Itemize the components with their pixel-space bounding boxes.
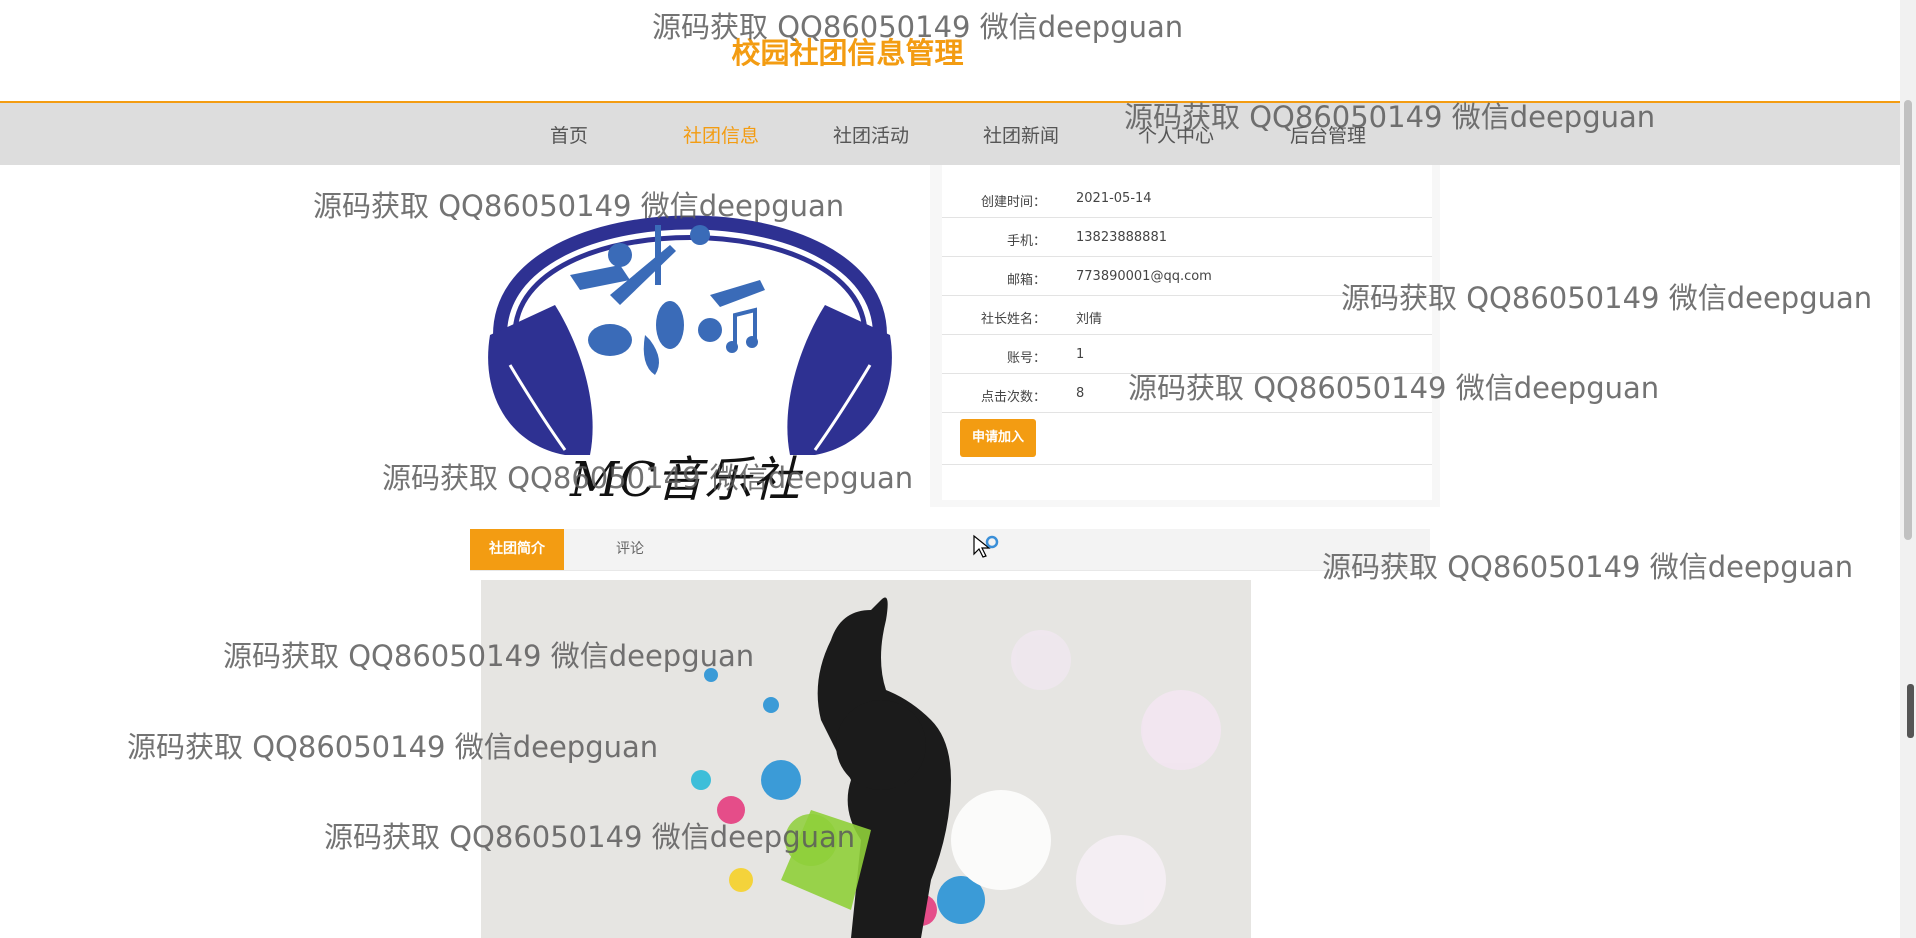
info-label: 账号： — [1006, 351, 1046, 366]
info-label: 社长姓名： — [980, 312, 1046, 327]
scrollbar-thumb[interactable] — [1904, 100, 1912, 540]
nav-item-home[interactable]: 首页 — [550, 121, 588, 148]
info-value: 13823888881 — [1076, 230, 1167, 245]
info-value: 2021-05-14 — [1076, 191, 1152, 206]
info-label: 创建时间： — [980, 195, 1046, 210]
info-row-account: 账号： 1 — [942, 335, 1432, 374]
info-label: 邮箱： — [1006, 273, 1046, 288]
nav-item-club-activities[interactable]: 社团活动 — [833, 121, 909, 148]
club-intro-image — [481, 580, 1251, 938]
nav-item-club-news[interactable]: 社团新闻 — [983, 121, 1059, 148]
info-value: 刘倩 — [1076, 312, 1103, 327]
info-value: 1 — [1076, 347, 1085, 362]
info-row-president: 社长姓名： 刘倩 — [942, 296, 1432, 335]
logo-caption: MC音乐社 — [570, 452, 800, 505]
info-row-created: 创建时间： 2021-05-14 — [942, 179, 1432, 218]
apply-join-button[interactable]: 申请加入 — [960, 419, 1036, 457]
nav-item-club-info[interactable]: 社团信息 — [683, 121, 759, 148]
info-row-phone: 手机： 13823888881 — [942, 218, 1432, 257]
mouse-pointer-icon — [972, 534, 1002, 568]
info-row-email: 邮箱： 773890001@qq.com — [942, 257, 1432, 296]
info-value: 8 — [1076, 386, 1085, 401]
scrollbar-position-indicator — [1907, 684, 1914, 738]
info-row-clicks: 点击次数： 8 — [942, 374, 1432, 413]
main-navigation: 首页 社团信息 社团活动 社团新闻 个人中心 后台管理 — [0, 103, 1900, 165]
info-label: 点击次数： — [980, 390, 1046, 405]
detail-tabs: 社团简介 评论 — [470, 529, 1430, 571]
nav-item-admin[interactable]: 后台管理 — [1290, 121, 1366, 148]
info-value: 773890001@qq.com — [1076, 269, 1212, 284]
club-logo-image: MC音乐社 — [470, 165, 910, 505]
site-title: 校园社团信息管理 — [731, 36, 964, 70]
dancer-silhouette-icon — [481, 580, 1251, 938]
tab-club-intro[interactable]: 社团简介 — [470, 529, 564, 570]
tab-comments[interactable]: 评论 — [600, 529, 660, 570]
nav-item-personal-center[interactable]: 个人中心 — [1138, 121, 1214, 148]
info-label: 手机： — [1006, 234, 1046, 249]
divider — [942, 464, 1432, 465]
